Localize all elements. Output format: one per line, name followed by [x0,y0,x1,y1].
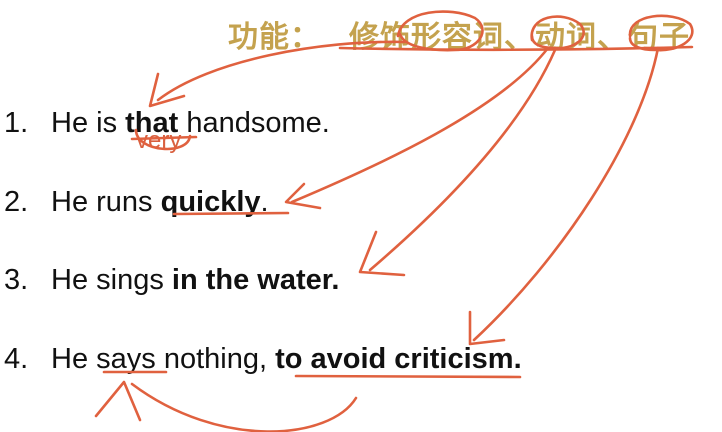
arrowhead-water [358,230,406,277]
example-sentence-4: 4. He says nothing, to avoid criticism. [4,343,522,376]
arrowhead-bottom [94,380,142,422]
arrow-to-quickly [290,46,550,204]
arrowhead-quickly [284,182,322,210]
arrow-to-criticism [472,46,660,342]
sentence-text: He is [51,107,126,139]
sentence-number: 4. [4,343,29,375]
adverb-highlight: quickly [160,186,261,218]
arrowhead-criticism [468,310,506,346]
handwritten-annotation-very: very [136,127,182,154]
sentence-number: 2. [4,186,29,218]
adverbial-phrase-highlight: in the water. [171,264,340,296]
bottom-curve [130,382,358,432]
function-heading: 功能： 修饰形容词、动词、句子 [228,12,690,56]
function-label: 功能： [228,20,321,55]
slide: 功能： 修饰形容词、动词、句子 1. He is that handsome. 2.… [0,0,722,432]
arrowhead-that [148,72,186,108]
example-sentence-2: 2. He runs quickly. [4,186,269,219]
adverbial-phrase-highlight: to avoid criticism. [275,343,522,375]
sentence-text: . [260,186,269,218]
underline-criticism [294,374,522,379]
sentence-number: 3. [4,264,29,296]
sentence-text: He runs [51,186,161,218]
arrow-to-water [368,48,557,272]
sentence-text: handsome. [178,107,330,139]
function-description: 修饰形容词、动词、句子 [349,20,690,55]
example-sentence-3: 3. He sings in the water. [4,264,340,297]
sentence-number: 1. [4,107,29,139]
sentence-text: He says nothing, [51,343,276,375]
sentence-text: He sings [51,264,172,296]
